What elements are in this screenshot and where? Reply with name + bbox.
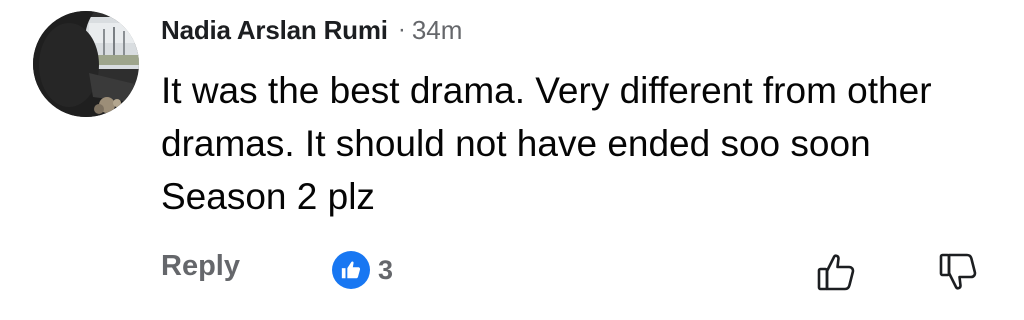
comment: Nadia Arslan Rumi · 34m It was the best … [0,0,1024,320]
like-count: 3 [378,254,394,285]
timestamp[interactable]: 34m [412,15,463,46]
comment-header: Nadia Arslan Rumi · 34m [161,12,462,48]
like-thumb-icon [332,251,370,289]
like-reaction-summary[interactable]: 3 [332,251,393,289]
thumbs-up-outline-icon [817,254,855,291]
author-name[interactable]: Nadia Arslan Rumi [161,15,388,46]
comment-text: It was the best drama. Very different fr… [161,70,942,217]
downvote-button[interactable] [937,250,981,294]
reply-button[interactable]: Reply [161,250,240,283]
meta-separator: · [397,16,406,43]
thumbs-down-outline-icon [939,253,977,290]
avatar-photo [33,11,139,117]
avatar[interactable] [33,11,139,117]
comment-actions: Reply 3 [161,246,1001,294]
upvote-button[interactable] [815,250,859,294]
